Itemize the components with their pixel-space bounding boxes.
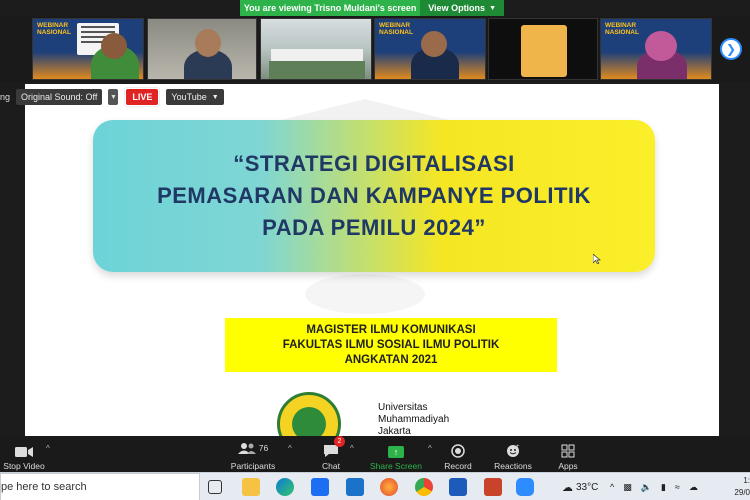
poster-graphic	[521, 25, 567, 77]
chevron-up-icon[interactable]: ^	[610, 482, 614, 492]
firefox-icon[interactable]	[380, 478, 398, 496]
participant-video-3[interactable]	[260, 18, 372, 80]
recording-label: ng	[0, 92, 11, 102]
original-sound-toggle[interactable]: Original Sound: Off	[16, 89, 103, 105]
zoom-icon[interactable]	[516, 478, 534, 496]
slide-title-line3: PADA PEMILU 2024”	[262, 215, 486, 240]
chrome-icon[interactable]	[415, 478, 433, 496]
slide-title-box: “STRATEGI DIGITALISASI PEMASARAN DAN KAM…	[93, 120, 655, 272]
live-indicator-wrap: LIVE	[124, 87, 161, 107]
share-options-caret[interactable]: ^	[428, 444, 432, 453]
wifi-icon[interactable]: ≈	[675, 482, 680, 492]
record-icon	[451, 444, 465, 458]
university-logo	[277, 392, 341, 436]
battery-icon[interactable]: ▮	[661, 482, 666, 493]
program-line2: FAKULTAS ILMU SOSIAL ILMU POLITIK	[282, 338, 500, 351]
university-name: Universitas Muhammadiyah Jakarta	[378, 402, 450, 436]
svg-text:+: +	[516, 444, 520, 450]
temperature: 33°C	[576, 481, 599, 493]
participant-head	[195, 29, 221, 57]
participant-head	[421, 31, 447, 57]
webinar-label: WEBINAR NASIONAL	[605, 22, 639, 36]
room-chairs	[269, 61, 365, 79]
video-options-caret[interactable]: ^	[46, 444, 50, 453]
dropbox-icon[interactable]	[311, 478, 329, 496]
participant-video-6[interactable]: WEBINAR NASIONAL	[600, 18, 712, 80]
original-sound-caret[interactable]: ▼	[108, 89, 119, 105]
task-view-icon[interactable]	[208, 480, 222, 494]
slide-title-line1: “STRATEGI DIGITALISASI	[233, 151, 515, 176]
powerpoint-icon[interactable]	[484, 478, 502, 496]
zoom-window: You are viewing Trisno Muldani's screen …	[0, 0, 750, 500]
program-box: MAGISTER ILMU KOMUNIKASI FAKULTAS ILMU S…	[225, 318, 557, 372]
participant-video-2[interactable]	[147, 18, 257, 80]
participant-head	[101, 33, 127, 59]
viewing-message: You are viewing Trisno Muldani's screen	[243, 3, 417, 13]
weather-widget[interactable]: ☁ 33°C	[562, 473, 598, 500]
taskbar-search-box[interactable]: pe here to search	[0, 473, 200, 500]
share-control-bar: ng Original Sound: Off ▼ LIVE YouTube ▼	[0, 87, 224, 107]
share-screen-icon: ↑	[388, 446, 404, 458]
participants-count: 76	[258, 443, 269, 453]
cloud-sync-icon[interactable]: ☁	[689, 482, 698, 493]
smile-icon: +	[506, 444, 520, 457]
slide-title-line2: PEMASARAN DAN KAMPANYE POLITIK	[157, 183, 591, 208]
chevron-down-icon: ▼	[211, 93, 219, 101]
apps-icon	[561, 444, 575, 458]
apps-button[interactable]: Apps	[554, 438, 582, 471]
stop-video-button[interactable]: Stop Video	[2, 438, 46, 471]
next-page-button[interactable]: ❯	[720, 38, 742, 60]
mouse-cursor-icon	[593, 254, 601, 264]
system-tray: ^ ▩ 🔈 ▮ ≈ ☁	[610, 473, 698, 500]
view-options-label: View Options	[428, 3, 486, 13]
edge-icon[interactable]	[276, 478, 294, 496]
share-screen-button[interactable]: ↑ Share Screen	[368, 438, 424, 471]
view-options-button[interactable]: View Options ▼	[420, 0, 504, 16]
cloud-icon: ☁	[562, 481, 573, 494]
file-explorer-icon[interactable]	[242, 478, 260, 496]
shared-screen: “STRATEGI DIGITALISASI PEMASARAN DAN KAM…	[25, 84, 719, 436]
chevron-down-icon: ▼	[489, 4, 496, 12]
chat-badge: 2	[334, 436, 345, 447]
program-line3: ANGKATAN 2021	[344, 353, 438, 366]
participants-options-caret[interactable]: ^	[288, 444, 292, 453]
participant-hijab	[645, 31, 677, 61]
chevron-right-icon: ❯	[725, 42, 737, 56]
windows-taskbar: pe here to search ☁ 33°C ^ ▩ 🔈 ▮ ≈ ☁ 1: …	[0, 472, 750, 500]
live-badge: LIVE	[126, 89, 159, 105]
speaker-icon[interactable]: 🔈	[641, 482, 652, 493]
participants-button[interactable]: 76 Participants	[228, 438, 278, 471]
search-placeholder: pe here to search	[1, 481, 87, 493]
meeting-toolbar: Stop Video ^ 76 Participants ^ 2 Chat ^ …	[0, 436, 750, 472]
program-line1: MAGISTER ILMU KOMUNIKASI	[306, 323, 476, 336]
participant-video-5[interactable]	[488, 18, 598, 80]
reactions-button[interactable]: + Reactions	[492, 438, 534, 471]
youtube-dropdown[interactable]: YouTube ▼	[166, 89, 224, 105]
webinar-label: WEBINAR NASIONAL	[37, 22, 71, 36]
webinar-label: WEBINAR NASIONAL	[379, 22, 413, 36]
network-icon[interactable]: ▩	[623, 482, 632, 493]
word-icon[interactable]	[449, 478, 467, 496]
participant-video-1[interactable]: WEBINAR NASIONAL	[32, 18, 144, 80]
participant-video-4[interactable]: WEBINAR NASIONAL	[374, 18, 486, 80]
chat-options-caret[interactable]: ^	[350, 444, 354, 453]
chat-button[interactable]: 2 Chat	[316, 436, 346, 471]
record-button[interactable]: Record	[440, 438, 476, 471]
participants-icon	[237, 443, 256, 454]
taskbar-clock[interactable]: 1: 29/0	[734, 475, 750, 499]
video-camera-icon	[15, 447, 33, 457]
viewing-banner: You are viewing Trisno Muldani's screen …	[240, 0, 504, 16]
mail-icon[interactable]	[346, 478, 364, 496]
participant-strip: WEBINAR NASIONAL WEBINAR NASIONAL WEBINAR N…	[0, 16, 750, 82]
